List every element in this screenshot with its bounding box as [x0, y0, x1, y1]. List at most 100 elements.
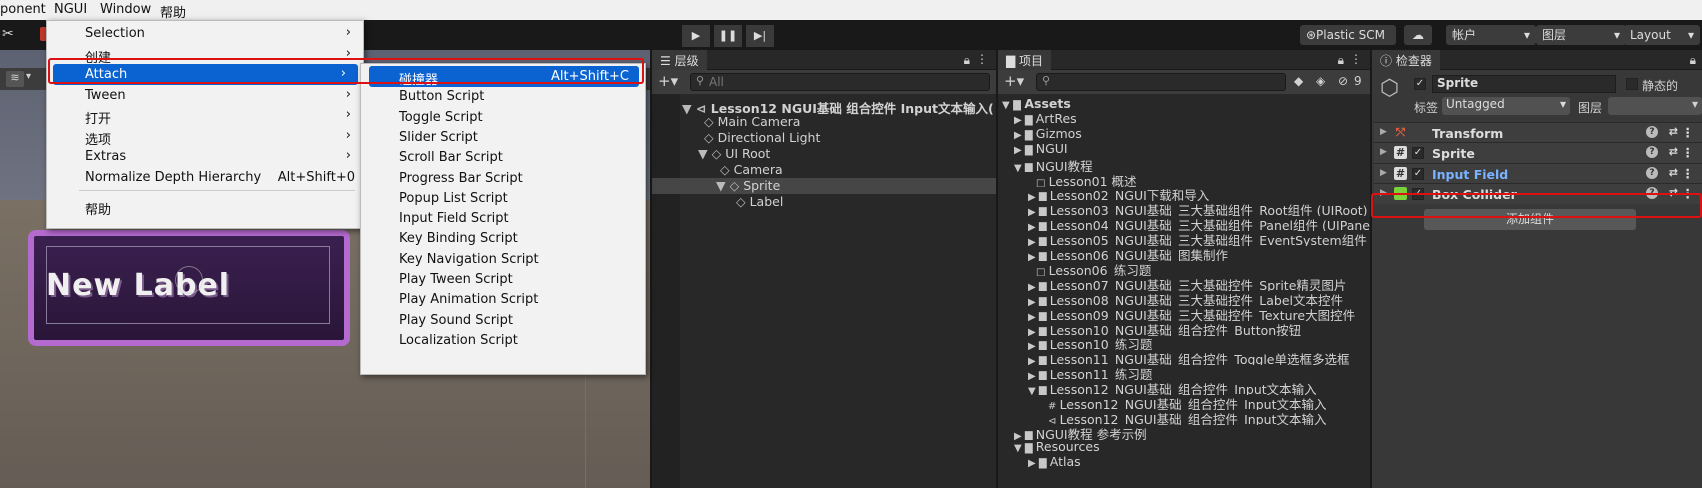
project-item[interactable]: ▶ ▇ Lesson05_NGUI基础_三大基础组件_EventSystem组件… [998, 230, 1370, 246]
project-item[interactable]: ▶ ▇ Lesson09_NGUI基础_三大基础控件_Texture大图控件 [998, 305, 1370, 321]
menu-component[interactable]: ponent [0, 2, 46, 17]
lock-icon[interactable]: 🔒︎ [1338, 53, 1344, 68]
layout-dropdown[interactable]: Layout ▾ [1624, 25, 1700, 45]
menu-window[interactable]: Window [100, 2, 151, 17]
menu-item[interactable]: Progress Bar Script [361, 168, 645, 189]
account-dropdown[interactable]: 帐户 ▾ [1446, 25, 1536, 45]
project-item[interactable]: ▼ ▇ Lesson12_NGUI基础_组合控件_Input文本输入 [998, 379, 1370, 395]
pivot-handle[interactable] [175, 266, 203, 294]
step-button[interactable]: ▶| [746, 25, 774, 47]
add-icon[interactable]: +▾ [1004, 72, 1024, 90]
project-item[interactable]: ▶ ▇ Lesson06_NGUI基础_图集制作 [998, 245, 1370, 261]
tab-inspector[interactable]: ⓘ 检查器 [1372, 50, 1440, 70]
menu-item[interactable]: Toggle Script [361, 107, 645, 128]
project-item[interactable]: ▶ ▇ NGUI教程 参考示例 [998, 424, 1370, 440]
menu-item[interactable]: 帮助 [47, 196, 363, 218]
project-item[interactable]: ▶ ▇ Gizmos [998, 126, 1370, 142]
menu-item[interactable]: Localization Script [361, 330, 645, 351]
help-icon[interactable]: ? [1646, 146, 1658, 159]
hierarchy-item[interactable]: ◇ Main Camera [652, 114, 996, 130]
layers-icon[interactable]: ≋ [6, 71, 24, 87]
preset-icon[interactable]: ⇄ [1669, 145, 1678, 158]
project-item[interactable]: ▶ ▇ Lesson11_NGUI基础_组合控件_Toggle单选框多选框 [998, 349, 1370, 365]
project-item[interactable]: ▶ ▇ Lesson07_NGUI基础_三大基础控件_Sprite精灵图片 [998, 275, 1370, 291]
menu-ngui[interactable]: NGUI [54, 2, 87, 17]
project-search-input[interactable] [1036, 73, 1286, 91]
hierarchy-item[interactable]: ▼ ⊲ Lesson12 NGUI基础 组合控件 Input文本输入( [652, 98, 996, 116]
component-enabled-checkbox[interactable]: ✓ [1412, 147, 1424, 160]
menu-item[interactable]: 选项 › [47, 126, 363, 148]
tools-icon[interactable]: ✂ [2, 26, 14, 42]
more-options-icon[interactable]: ⋮ [1682, 166, 1695, 181]
more-options-icon[interactable]: ⋮ [1682, 145, 1695, 160]
cloud-icon[interactable]: ☁ [1404, 25, 1432, 45]
project-item[interactable]: □ Lesson06_练习题 [998, 260, 1370, 276]
project-item[interactable]: ▶ ▇ Lesson02_NGUI下载和导入 [998, 185, 1370, 201]
menu-item[interactable]: Input Field Script [361, 208, 645, 229]
menu-item[interactable]: Normalize Depth Hierarchy Alt+Shift+0 [47, 167, 363, 188]
help-icon[interactable]: ? [1646, 166, 1658, 179]
project-item[interactable]: ▶ ▇ Lesson10_练习题 [998, 334, 1370, 350]
project-item[interactable]: ▼ ▇ Assets [998, 96, 1370, 112]
component-header[interactable]: ▶ # ✓ Sprite? ⇄ ⋮ [1374, 142, 1702, 164]
preset-icon[interactable]: ⇄ [1669, 125, 1678, 138]
menu-item[interactable]: Slider Script [361, 127, 645, 148]
tab-project[interactable]: ▇ 项目 [998, 50, 1052, 70]
tag-dropdown[interactable]: Untagged ▾ [1442, 97, 1570, 115]
project-item[interactable]: ▶ ▇ Atlas [998, 454, 1370, 470]
project-item[interactable]: ▶ ▇ NGUI [998, 141, 1370, 157]
active-checkbox[interactable]: ✓ [1414, 78, 1426, 90]
lock-icon[interactable]: 🔒︎ [1690, 53, 1696, 68]
project-item[interactable]: ▶ ▇ Lesson04_NGUI基础_三大基础组件_Panel组件 (UIPa… [998, 215, 1370, 231]
menu-item[interactable]: Tween › [47, 85, 363, 106]
project-item[interactable]: ▼ ▇ NGUI教程 [998, 156, 1370, 172]
play-button[interactable]: ▶ [682, 25, 710, 47]
hierarchy-item[interactable]: ◇ Directional Light [652, 130, 996, 146]
component-header[interactable]: ▶ # ✓ Input Field? ⇄ ⋮ [1374, 162, 1702, 184]
more-options-icon[interactable]: ⋮ [1682, 125, 1695, 140]
menu-item[interactable]: Key Navigation Script [361, 249, 645, 270]
menu-item[interactable]: Popup List Script [361, 188, 645, 209]
menu-item[interactable]: Play Animation Script [361, 289, 645, 310]
pause-button[interactable]: ❚❚ [714, 25, 742, 47]
label-filter-icon[interactable]: ◈ [1316, 74, 1325, 88]
menu-item[interactable]: Scroll Bar Script [361, 147, 645, 168]
hierarchy-item[interactable]: ▼ ◇ UI Root [652, 146, 996, 162]
menu-item[interactable]: Play Sound Script [361, 310, 645, 331]
project-item[interactable]: ▶ ▇ Lesson08_NGUI基础_三大基础控件_Label文本控件 [998, 290, 1370, 306]
more-options-icon[interactable]: ⋮ [1350, 52, 1362, 66]
menu-item[interactable]: Selection › [47, 23, 363, 44]
project-item[interactable]: ▶ ▇ Lesson11_练习题 [998, 364, 1370, 380]
project-item[interactable]: ⊲ Lesson12_NGUI基础_组合控件_Input文本输入 [998, 409, 1370, 425]
hierarchy-item[interactable]: ◇ Label [652, 194, 996, 210]
menu-item[interactable]: 打开 › [47, 105, 363, 127]
hierarchy-search-input[interactable]: All [690, 73, 990, 91]
more-options-icon[interactable]: ⋮ [976, 52, 988, 66]
layers-dropdown[interactable]: 图层 ▾ [1536, 25, 1626, 45]
menu-item[interactable]: Key Binding Script [361, 228, 645, 249]
filter-type-icon[interactable]: ◆ [1294, 74, 1303, 88]
project-item[interactable]: # Lesson12_NGUI基础_组合控件_Input文本输入 [998, 394, 1370, 410]
project-item[interactable]: ▶ ▇ ArtRes [998, 111, 1370, 127]
layer-dropdown[interactable]: ▾ [1608, 97, 1702, 115]
static-checkbox[interactable] [1626, 78, 1638, 90]
project-item[interactable]: □ Lesson01 概述 [998, 171, 1370, 187]
menu-help[interactable]: 帮助 [160, 2, 186, 21]
project-item[interactable]: ▼ ▇ Resources [998, 439, 1370, 455]
project-item[interactable]: ▶ ▇ Lesson03_NGUI基础_三大基础组件_Root组件 (UIRoo… [998, 200, 1370, 216]
preset-icon[interactable]: ⇄ [1669, 166, 1678, 179]
tab-hierarchy[interactable]: ☰ 层级 [652, 50, 707, 70]
component-header[interactable]: ▶ ⤲ Transform? ⇄ ⋮ [1374, 122, 1702, 143]
lock-icon[interactable]: 🔒︎ [964, 53, 970, 68]
hidden-packages-icon[interactable]: ⊘ [1338, 74, 1348, 88]
menu-item[interactable]: Button Script [361, 86, 645, 107]
help-icon[interactable]: ? [1646, 126, 1658, 138]
hierarchy-item[interactable]: ▼ ◇ Sprite [652, 178, 996, 194]
hierarchy-item[interactable]: ◇ Camera [652, 162, 996, 178]
plastic-scm-button[interactable]: ⊛Plastic SCM [1300, 25, 1396, 45]
component-enabled-checkbox[interactable]: ✓ [1412, 167, 1424, 180]
menu-item[interactable]: Play Tween Script [361, 269, 645, 290]
object-name-field[interactable]: Sprite [1432, 75, 1616, 93]
chevron-down-icon[interactable]: ▾ [26, 71, 31, 82]
menu-item[interactable]: Extras › [47, 146, 363, 167]
